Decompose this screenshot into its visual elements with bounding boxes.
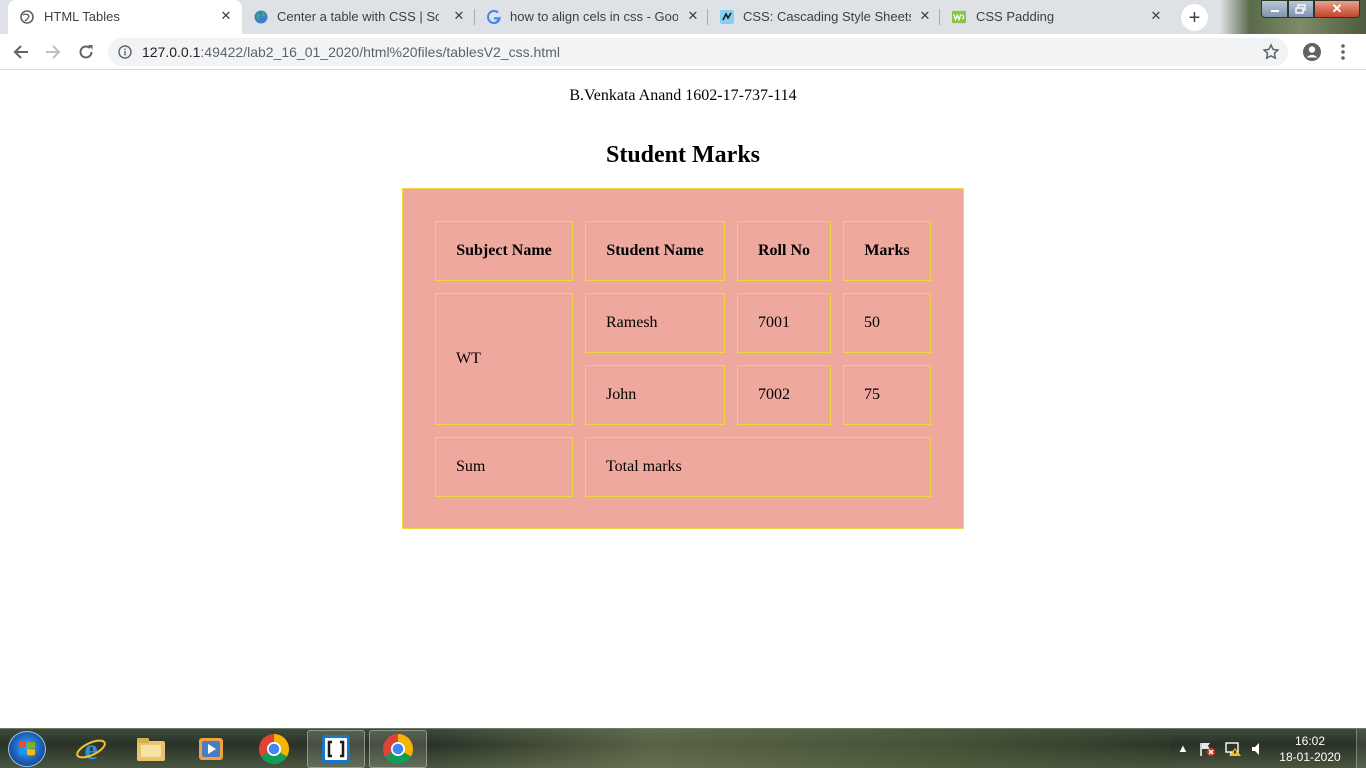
tab-css-padding[interactable]: CSS Padding ✕ [940,0,1173,34]
chrome-icon [258,734,290,765]
taskbar-file-explorer[interactable] [122,730,180,768]
page-content: B.Venkata Anand 1602-17-737-114 Student … [0,70,1366,728]
clock-time: 16:02 [1294,734,1326,748]
tab-center-table[interactable]: Center a table with CSS | Scott G ✕ [242,0,475,34]
taskbar-brackets[interactable] [307,730,365,768]
tab-title: how to align cels in css - Google [510,9,678,24]
close-icon[interactable]: ✕ [917,8,933,24]
tab-strip: HTML Tables ✕ Center a table with CSS | … [0,0,1366,34]
file-explorer-icon [137,738,165,761]
sum-label-cell: Sum [435,437,573,497]
network-warning-icon [1225,742,1241,756]
clock-date: 18-01-2020 [1279,750,1341,764]
flag-error-icon [1200,743,1215,756]
mdn-icon [720,10,734,24]
internet-explorer-icon: e [76,733,106,765]
minimize-icon [1270,10,1279,12]
tab-title: CSS: Cascading Style Sheets | M [743,9,911,24]
reload-icon [79,45,93,59]
taskbar-media-player[interactable] [182,730,240,768]
plus-icon: + [1188,6,1201,29]
globe-icon [20,10,34,24]
student-name-cell: John [585,365,725,425]
page-heading: Student Marks [605,142,761,168]
show-hidden-icons-button[interactable]: ▲ [1176,729,1190,768]
url-path: :49422/lab2_16_01_2020/html%20files/tabl… [200,44,560,60]
volume-button[interactable] [1248,729,1266,768]
info-icon[interactable] [118,45,132,59]
student-marks-table: Subject Name Student Name Roll No Marks … [402,188,964,529]
total-marks-cell: Total marks [585,437,931,497]
subject-cell: WT [435,293,573,425]
reload-button[interactable] [74,40,98,64]
header-marks: Marks [843,221,931,281]
url-text: 127.0.0.1:49422/lab2_16_01_2020/html%20f… [142,44,560,60]
marks-cell: 75 [843,365,931,425]
forward-arrow-icon [46,45,61,59]
media-player-icon [199,738,223,760]
taskbar-internet-explorer[interactable]: e [62,730,120,768]
minimize-button[interactable] [1261,0,1288,18]
author-line: B.Venkata Anand 1602-17-737-114 [569,87,797,104]
header-subject-name: Subject Name [435,221,573,281]
restore-icon [1295,4,1306,14]
roll-no-cell: 7002 [737,365,831,425]
action-center-button[interactable] [1196,729,1218,768]
windows-taskbar: e ▲ 16:02 18-01-2020 [0,728,1366,768]
earth-icon [254,10,268,24]
tab-title: HTML Tables [44,9,120,24]
tab-google-search[interactable]: how to align cels in css - Google ✕ [475,0,708,34]
close-window-button[interactable]: ✕ [1314,0,1360,18]
more-vert-icon [1341,44,1345,60]
taskbar-chrome-active[interactable] [369,730,427,768]
close-icon[interactable]: ✕ [451,8,467,24]
bookmark-star-icon[interactable] [1262,43,1280,61]
browser-toolbar: 127.0.0.1:49422/lab2_16_01_2020/html%20f… [0,34,1366,70]
taskbar-chrome[interactable] [245,730,303,768]
brackets-icon [322,735,350,763]
close-icon[interactable]: ✕ [1148,8,1164,24]
account-icon [1303,43,1321,61]
profile-button[interactable] [1300,40,1324,64]
student-name-cell: Ramesh [585,293,725,353]
address-bar[interactable]: 127.0.0.1:49422/lab2_16_01_2020/html%20f… [108,38,1288,66]
close-icon[interactable]: ✕ [218,8,234,24]
windows-logo-icon [19,741,35,756]
triangle-up-icon: ▲ [1177,743,1189,755]
tab-title: CSS Padding [976,9,1055,24]
back-button[interactable] [9,40,33,64]
header-roll-no: Roll No [737,221,831,281]
header-student-name: Student Name [585,221,725,281]
maximize-button[interactable] [1288,0,1314,18]
new-tab-button[interactable]: + [1181,4,1208,31]
roll-no-cell: 7001 [737,293,831,353]
marks-cell: 50 [843,293,931,353]
speaker-icon [1252,743,1259,755]
url-host: 127.0.0.1 [142,44,201,60]
show-desktop-button[interactable] [1356,729,1366,768]
system-clock[interactable]: 16:02 18-01-2020 [1270,733,1350,765]
tab-html-tables[interactable]: HTML Tables ✕ [8,0,242,34]
tab-title: Center a table with CSS | Scott G [277,9,439,24]
taskbar-wallpaper [430,729,1170,768]
chrome-icon [382,734,414,765]
close-window-icon: ✕ [1331,1,1343,16]
svg-text:e: e [84,733,97,765]
w3schools-icon [952,10,966,24]
tab-mdn-css[interactable]: CSS: Cascading Style Sheets | M ✕ [708,0,940,34]
back-arrow-icon [13,45,28,59]
close-icon[interactable]: ✕ [685,8,701,24]
forward-button[interactable] [41,40,65,64]
menu-button[interactable] [1331,40,1355,64]
start-button[interactable] [8,731,46,767]
network-button[interactable] [1222,729,1244,768]
google-icon [487,10,501,24]
